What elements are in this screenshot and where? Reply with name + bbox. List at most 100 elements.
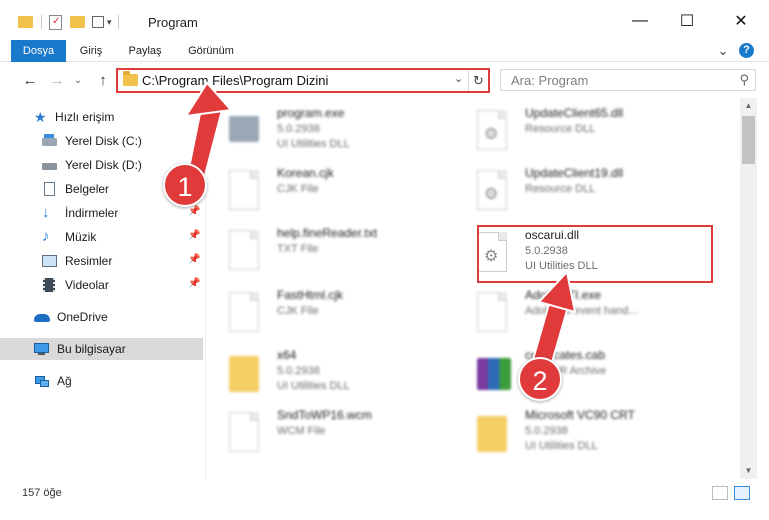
download-icon: ↓: [42, 204, 50, 221]
tab-home[interactable]: Giriş: [70, 40, 112, 62]
ribbon: Dosya Giriş Paylaş Görünüm ⌄ ?: [0, 40, 769, 62]
winrar-icon: [477, 352, 511, 394]
folder-icon: [123, 71, 138, 86]
documents-icon: [42, 182, 58, 196]
step-1-marker: 1: [163, 163, 207, 207]
file-detail: WCM File: [277, 425, 326, 437]
file-item[interactable]: AdobeSTI.exe Adobe sti event hand...: [465, 286, 705, 342]
document-icon: [229, 412, 261, 454]
file-item[interactable]: program.exe 5.0.2938 UI Utilities DLL: [217, 104, 457, 160]
minimize-button[interactable]: —: [625, 8, 655, 34]
folder-icon: [477, 412, 509, 454]
nav-label: Hızlı erişim: [55, 110, 115, 124]
document-icon: [229, 292, 261, 334]
up-button[interactable]: ↑: [93, 71, 113, 91]
tab-view[interactable]: Görünüm: [180, 40, 242, 62]
file-item[interactable]: Korean.cjk CJK File: [217, 164, 457, 220]
forward-button[interactable]: →: [47, 71, 67, 91]
chevron-down-icon[interactable]: ▾: [107, 17, 112, 28]
window-title: Program: [148, 15, 198, 30]
nav-item-videos[interactable]: Videolar 📌: [0, 274, 203, 296]
file-detail: CJK File: [277, 183, 319, 195]
nav-label: Yerel Disk (C:): [65, 134, 142, 148]
scroll-up-button[interactable]: ▲: [740, 98, 757, 114]
file-list: program.exe 5.0.2938 UI Utilities DLL Ko…: [207, 98, 740, 479]
new-folder-icon[interactable]: [70, 16, 85, 28]
nav-label: Müzik: [65, 230, 97, 244]
back-button[interactable]: ←: [20, 71, 40, 91]
drive-icon: [42, 134, 58, 148]
nav-item-this-pc[interactable]: Bu bilgisayar: [0, 338, 203, 360]
file-item[interactable]: ⚙ UpdateClient19.dll Resource DLL: [465, 164, 705, 220]
separator: [41, 15, 42, 29]
chevron-down-icon[interactable]: ⌄: [454, 72, 463, 85]
nav-label: Yerel Disk (D:): [65, 158, 142, 172]
file-item[interactable]: SndToWP16.wcm WCM File: [217, 406, 457, 462]
file-detail: UI Utilities DLL: [277, 380, 350, 392]
file-detail: TXT File: [277, 243, 319, 255]
file-detail: Adobe sti event hand...: [525, 305, 638, 317]
help-icon[interactable]: ?: [739, 43, 754, 58]
large-icons-view-icon[interactable]: [734, 486, 750, 500]
details-view-icon[interactable]: [712, 486, 728, 500]
file-detail: Resource DLL: [525, 183, 596, 195]
folder-icon: [229, 352, 261, 394]
address-bar[interactable]: C:\Program Files\Program Dizini ⌄ ↻: [116, 68, 490, 93]
document-icon: [229, 230, 261, 272]
close-button[interactable]: ✕: [726, 8, 756, 34]
navigation-pane: ★ Hızlı erişim Yerel Disk (C:) Yerel Dis…: [0, 98, 206, 479]
file-name: Microsoft VC90 CRT: [525, 408, 635, 422]
file-item[interactable]: x64 5.0.2938 UI Utilities DLL: [217, 346, 457, 402]
nav-quick-access[interactable]: ★ Hızlı erişim: [0, 106, 203, 128]
pin-icon[interactable]: 📌: [188, 254, 200, 265]
file-name: SndToWP16.wcm: [277, 408, 372, 422]
address-path[interactable]: C:\Program Files\Program Dizini: [142, 73, 328, 88]
pin-icon[interactable]: 📌: [188, 206, 200, 217]
file-item[interactable]: Microsoft VC90 CRT 5.0.2938 UI Utilities…: [465, 406, 705, 462]
nav-label: Belgeler: [65, 182, 110, 196]
nav-label: İndirmeler: [65, 206, 119, 220]
step-2-marker: 2: [518, 357, 562, 401]
file-detail: CJK File: [277, 305, 319, 317]
folder-icon[interactable]: [18, 16, 33, 28]
drive-icon: [42, 158, 58, 172]
file-item[interactable]: certificates.cab WinRAR Archive: [465, 346, 705, 402]
videos-icon: [42, 278, 58, 292]
file-detail: UI Utilities DLL: [525, 440, 598, 452]
file-name: UpdateClient65.dll: [525, 106, 624, 120]
tab-share[interactable]: Paylaş: [122, 40, 168, 62]
pin-icon[interactable]: 📌: [188, 278, 200, 289]
nav-item-local-disk-c[interactable]: Yerel Disk (C:): [0, 130, 203, 152]
scroll-down-button[interactable]: ▼: [740, 463, 757, 479]
file-name: UpdateClient19.dll: [525, 166, 624, 180]
customize-icon[interactable]: [92, 16, 104, 28]
refresh-button[interactable]: ↻: [468, 70, 488, 91]
title-bar: ✓ ▾ Program — ☐ ✕: [0, 0, 769, 40]
scroll-thumb[interactable]: [742, 116, 755, 164]
exe-icon: [229, 110, 261, 152]
nav-label: Bu bilgisayar: [57, 342, 126, 356]
vertical-scrollbar[interactable]: ▲ ▼: [740, 98, 757, 479]
search-box[interactable]: ⚲: [500, 69, 756, 91]
pin-icon[interactable]: 📌: [188, 230, 200, 241]
file-detail: UI Utilities DLL: [277, 138, 350, 150]
document-icon: [477, 292, 509, 334]
ribbon-expand-icon[interactable]: ⌄: [714, 40, 732, 62]
star-icon: ★: [34, 109, 47, 125]
properties-icon[interactable]: ✓: [49, 14, 62, 30]
file-item[interactable]: help.fineReader.txt TXT File: [217, 224, 457, 280]
nav-item-music[interactable]: ♪ Müzik 📌: [0, 226, 203, 248]
recent-locations-button[interactable]: ⌄: [68, 71, 88, 91]
nav-item-onedrive[interactable]: OneDrive: [0, 306, 203, 328]
maximize-button[interactable]: ☐: [672, 8, 702, 34]
highlight-box: [477, 225, 713, 283]
file-detail: 5.0.2938: [525, 425, 568, 437]
nav-item-downloads[interactable]: ↓ İndirmeler 📌: [0, 202, 203, 224]
nav-item-network[interactable]: Ağ: [0, 370, 203, 392]
file-item[interactable]: ⚙ UpdateClient65.dll Resource DLL: [465, 104, 705, 160]
search-input[interactable]: [501, 70, 731, 90]
nav-item-pictures[interactable]: Resimler 📌: [0, 250, 203, 272]
tab-file[interactable]: Dosya: [11, 40, 66, 62]
file-detail: Resource DLL: [525, 123, 596, 135]
file-item[interactable]: FastHtml.cjk CJK File: [217, 286, 457, 342]
